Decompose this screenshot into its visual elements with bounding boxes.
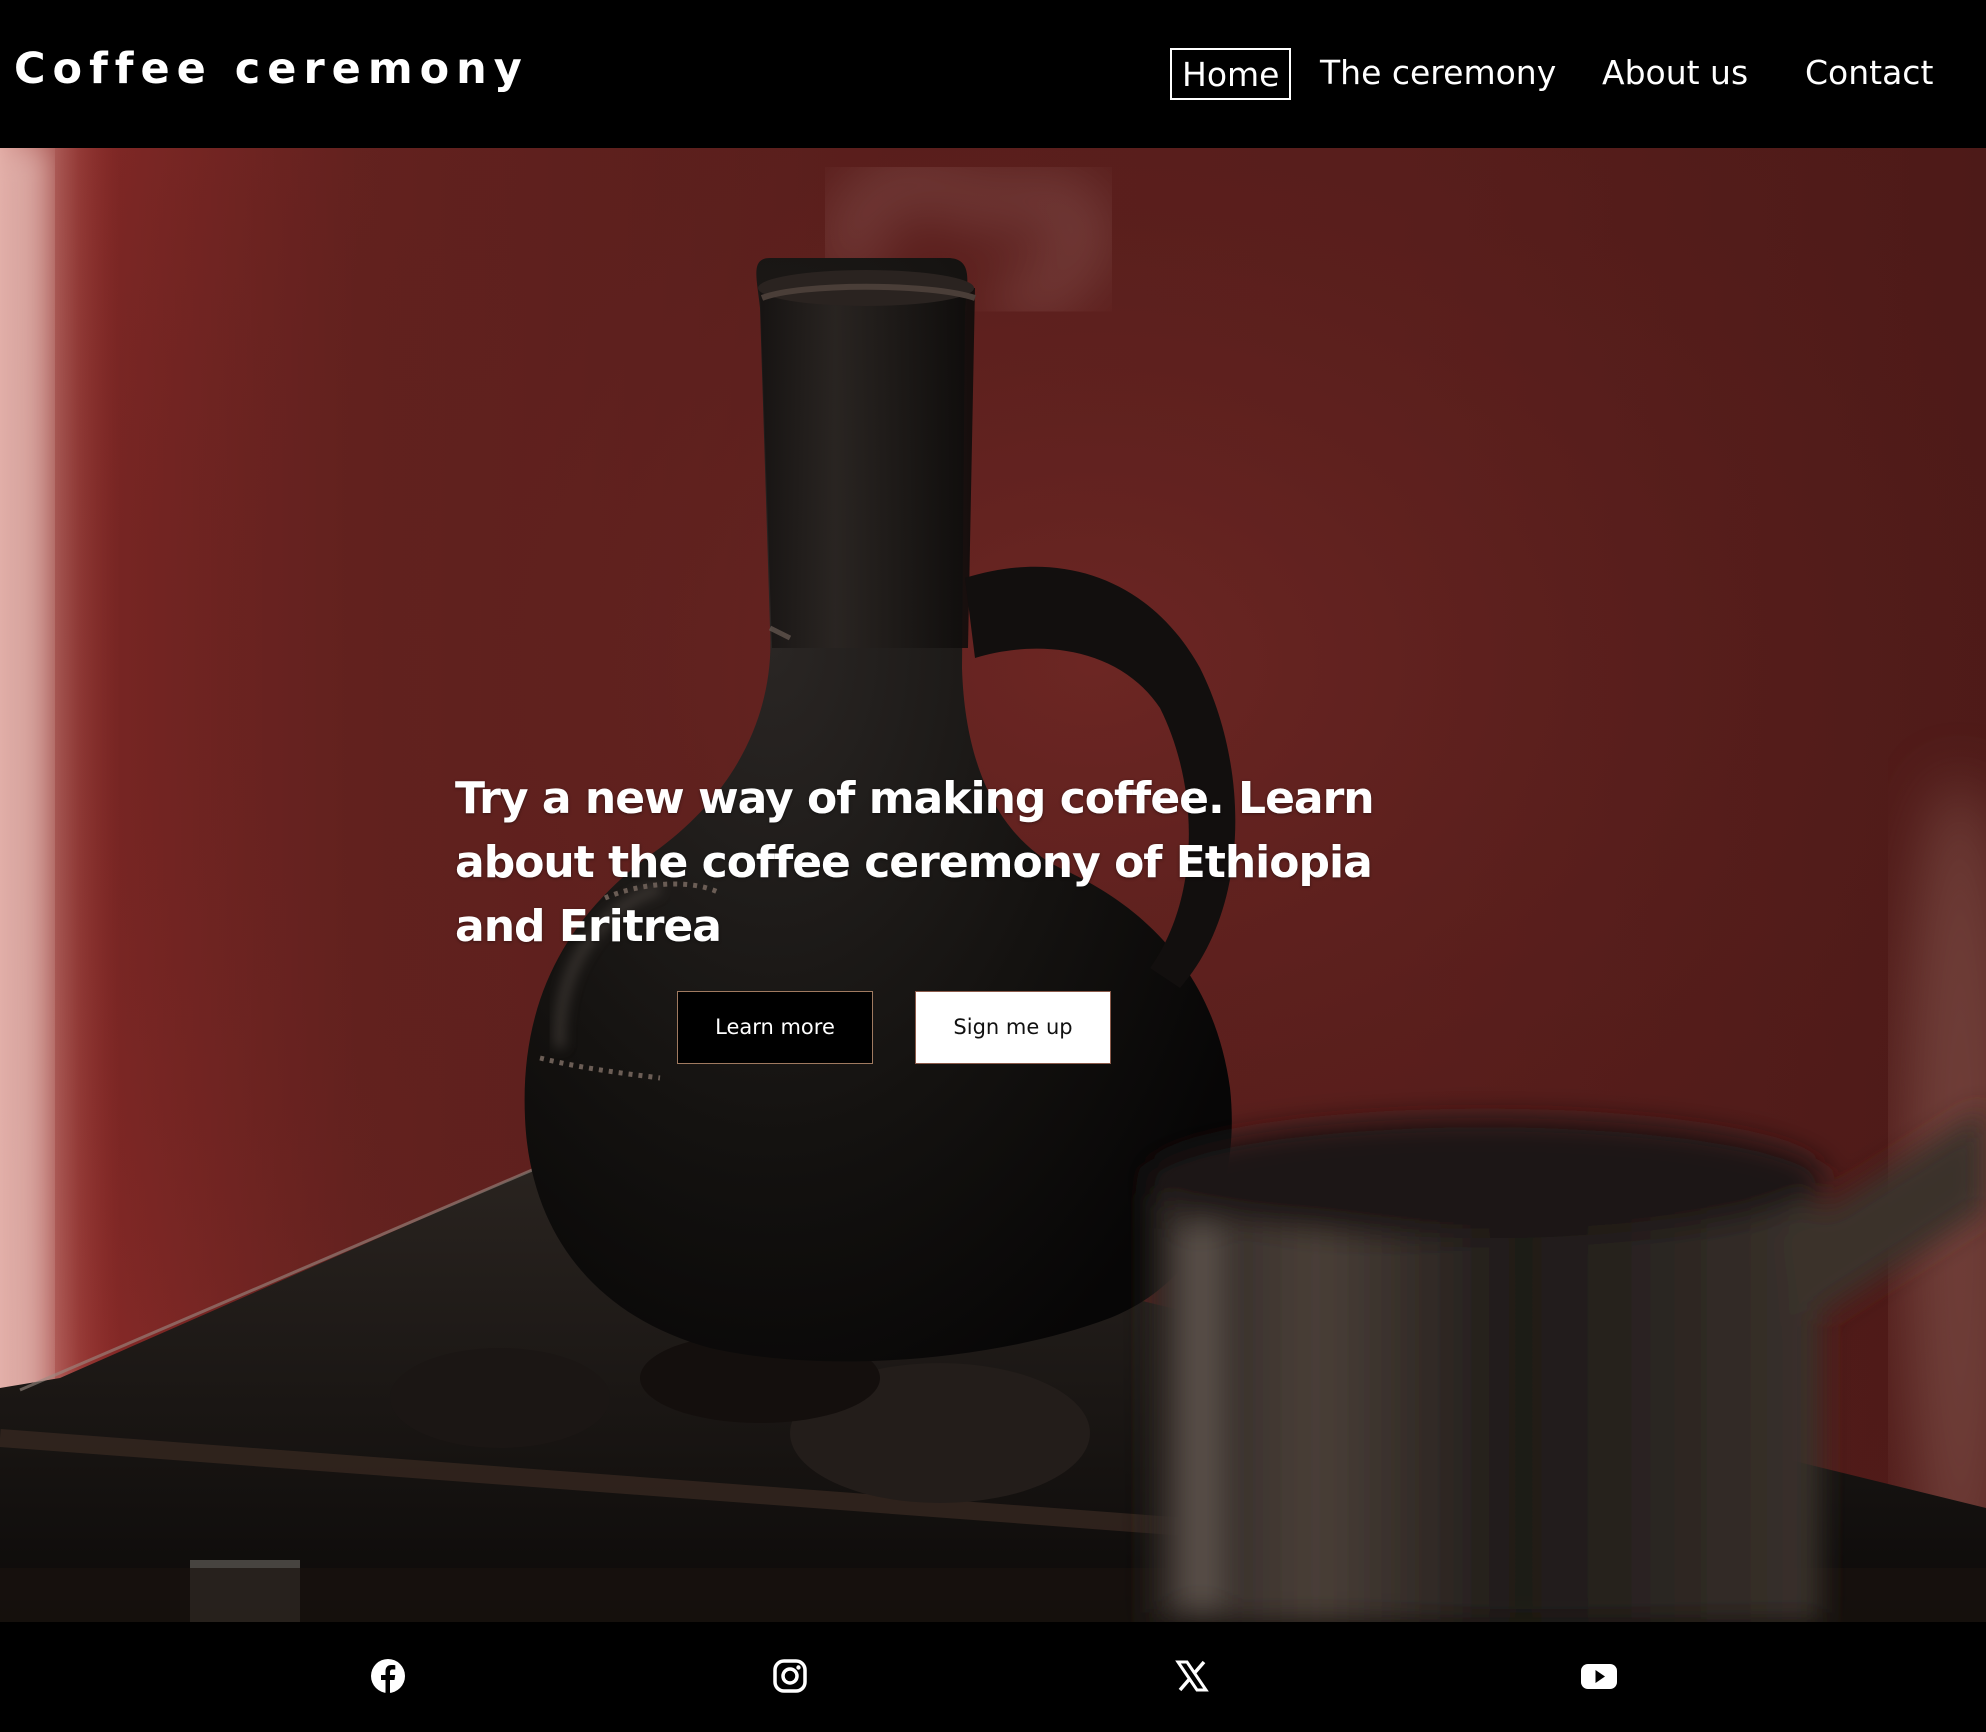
main-nav: Home The ceremony About us Contact	[0, 48, 1986, 100]
nav-item-contact[interactable]: Contact	[1805, 48, 1933, 100]
nav-item-about-us[interactable]: About us	[1602, 48, 1748, 100]
sign-me-up-button[interactable]: Sign me up	[915, 991, 1111, 1064]
hero-section: Try a new way of making coffee. Learn ab…	[0, 148, 1986, 1622]
hero-headline: Try a new way of making coffee. Learn ab…	[455, 773, 1375, 953]
nav-item-the-ceremony[interactable]: The ceremony	[1320, 48, 1556, 100]
x-icon[interactable]	[1172, 1656, 1212, 1696]
site-header: Coffee ceremony Home The ceremony About …	[0, 0, 1986, 148]
youtube-icon[interactable]	[1579, 1656, 1619, 1696]
nav-item-home[interactable]: Home	[1170, 48, 1292, 100]
facebook-icon[interactable]	[368, 1656, 408, 1696]
learn-more-button[interactable]: Learn more	[677, 991, 873, 1064]
instagram-icon[interactable]	[770, 1656, 810, 1696]
site-footer	[0, 1622, 1986, 1732]
